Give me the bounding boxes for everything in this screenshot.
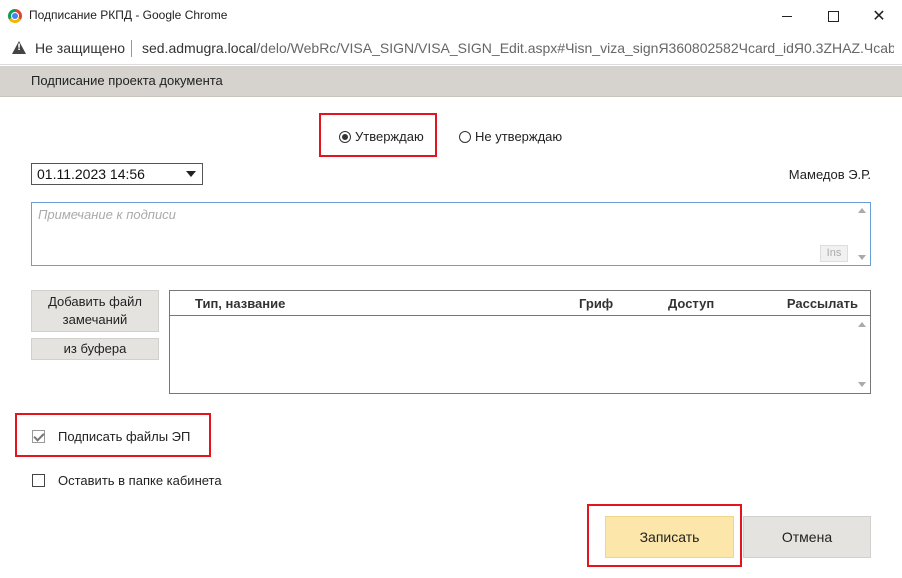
maximize-icon: [827, 10, 839, 22]
keep-in-folder-label: Оставить в папке кабинета: [58, 473, 222, 488]
from-clipboard-button[interactable]: из буфера: [31, 338, 159, 360]
sign-date-select[interactable]: 01.11.2023 14:56: [31, 163, 203, 185]
window-titlebar: Подписание РКПД - Google Chrome ✕: [0, 0, 902, 32]
sign-files-option[interactable]: Подписать файлы ЭП: [32, 429, 190, 444]
minimize-button[interactable]: [764, 0, 810, 32]
window-title: Подписание РКПД - Google Chrome: [29, 8, 228, 22]
radio-reject-label: Не утверждаю: [475, 129, 563, 144]
chrome-logo-icon: [8, 9, 22, 23]
sign-files-checkbox[interactable]: [32, 430, 45, 443]
cancel-button[interactable]: Отмена: [743, 516, 871, 558]
radio-reject-indicator[interactable]: [459, 130, 471, 143]
column-send[interactable]: Рассылать: [787, 296, 858, 311]
files-table[interactable]: Тип, название Гриф Доступ Рассылать: [169, 290, 871, 394]
sign-date-value: 01.11.2023 14:56: [37, 166, 145, 182]
note-placeholder: Примечание к подписи: [38, 207, 176, 222]
close-button[interactable]: ✕: [856, 0, 902, 32]
signer-name: Мамедов Э.Р.: [788, 167, 871, 182]
maximize-button[interactable]: [810, 0, 856, 32]
address-separator: [131, 40, 132, 57]
security-label[interactable]: Не защищено: [35, 40, 125, 56]
dialog-header: Подписание проекта документа: [0, 66, 902, 97]
close-icon: ✕: [872, 8, 886, 25]
url-host: sed.admugra.local: [142, 40, 257, 56]
dialog-title: Подписание проекта документа: [31, 73, 223, 88]
radio-reject[interactable]: Не утверждаю: [459, 129, 562, 144]
chevron-down-icon[interactable]: [186, 171, 196, 177]
radio-approve-indicator[interactable]: [339, 130, 351, 143]
scroll-up-icon[interactable]: [858, 208, 866, 213]
column-access[interactable]: Доступ: [668, 296, 714, 311]
add-remarks-file-button[interactable]: Добавить файл замечаний: [31, 290, 159, 332]
minimize-icon: [782, 15, 792, 17]
address-bar[interactable]: Не защищено sed.admugra.local/delo/WebRc…: [0, 32, 902, 65]
scroll-down-icon[interactable]: [858, 255, 866, 260]
keep-in-folder-option[interactable]: Оставить в папке кабинета: [32, 473, 222, 488]
warning-icon[interactable]: [12, 41, 26, 54]
ins-indicator: Ins: [820, 245, 848, 262]
column-grif[interactable]: Гриф: [579, 296, 613, 311]
sign-files-label: Подписать файлы ЭП: [58, 429, 191, 444]
keep-in-folder-checkbox[interactable]: [32, 474, 45, 487]
note-textarea[interactable]: Примечание к подписи Ins: [31, 202, 871, 266]
url-text[interactable]: sed.admugra.local/delo/WebRc/VISA_SIGN/V…: [142, 40, 894, 56]
save-button[interactable]: Записать: [605, 516, 734, 558]
scroll-up-icon[interactable]: [858, 322, 866, 327]
url-path: /delo/WebRc/VISA_SIGN/VISA_SIGN_Edit.asp…: [256, 40, 894, 56]
radio-approve-label: Утверждаю: [355, 129, 424, 144]
files-table-header: Тип, название Гриф Доступ Рассылать: [170, 291, 870, 316]
column-type-name[interactable]: Тип, название: [195, 296, 285, 311]
scroll-down-icon[interactable]: [858, 382, 866, 387]
radio-approve[interactable]: Утверждаю: [339, 129, 424, 144]
